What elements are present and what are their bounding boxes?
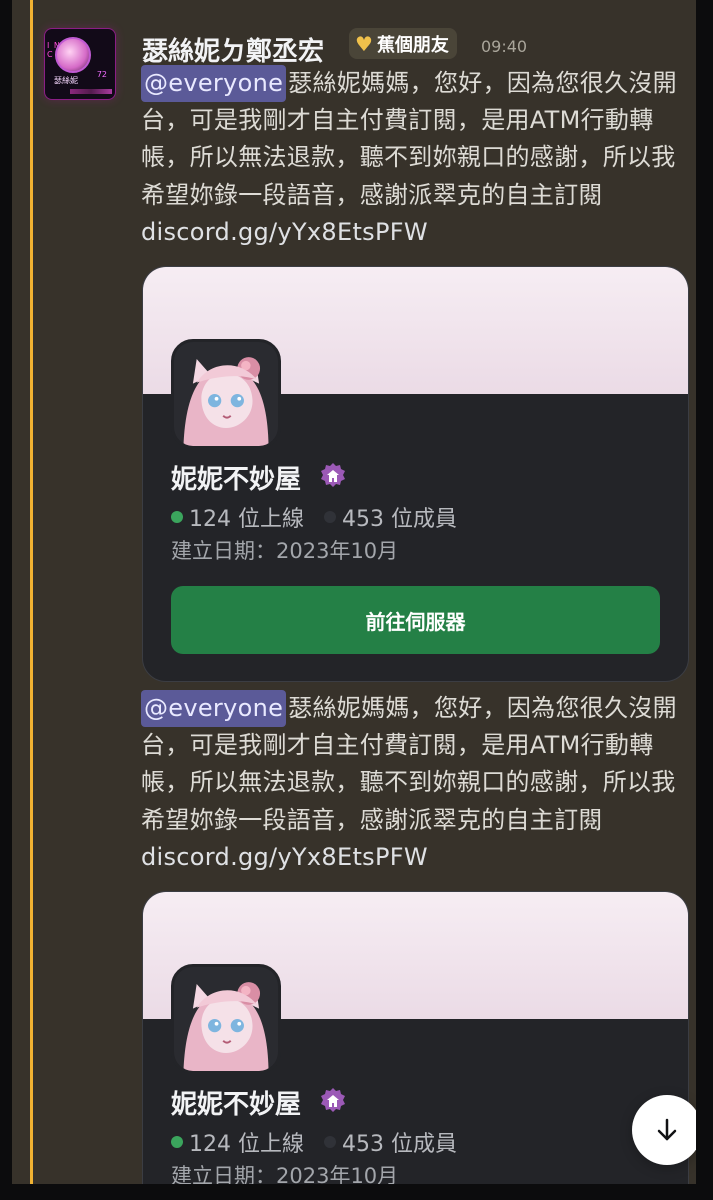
avatar-label: 瑟絲妮 xyxy=(54,76,78,85)
online-count: 124 位上線 xyxy=(189,507,304,532)
members-status-icon xyxy=(324,511,336,523)
message-highlight-bar xyxy=(30,0,33,1200)
avatar-icon xyxy=(55,37,91,73)
online-count: 124 位上線 xyxy=(189,1132,304,1157)
anime-avatar-icon xyxy=(174,342,278,446)
server-invite-card-repeat[interactable]: 妮妮不妙屋 124 位上線 453 位成員 建立日期：2023年10月 xyxy=(142,891,689,1200)
role-tag[interactable]: ♥ 蕉個朋友 xyxy=(349,28,457,59)
member-count: 453 位成員 xyxy=(342,507,457,532)
heart-icon: ♥ xyxy=(355,31,373,56)
scroll-down-button[interactable] xyxy=(632,1095,696,1165)
role-tag-label: 蕉個朋友 xyxy=(376,34,449,56)
go-to-server-button[interactable]: 前往伺服器 xyxy=(171,586,660,654)
message-text: @everyone 瑟絲妮媽媽，您好，因為您很久沒開台，可是我剛才自主付費訂閱，是… xyxy=(141,65,681,251)
arrow-down-icon xyxy=(657,1118,677,1141)
invite-link[interactable]: discord.gg/yYx8EtsPFW xyxy=(141,843,428,871)
server-name: 妮妮不妙屋 xyxy=(171,465,302,495)
verified-badge-icon xyxy=(321,1088,345,1112)
mention-everyone[interactable]: @everyone xyxy=(141,690,287,728)
created-date: 建立日期：2023年10月 xyxy=(171,539,399,563)
member-count: 453 位成員 xyxy=(342,1132,457,1157)
avatar-glitch-decoration xyxy=(70,89,112,94)
online-status-icon xyxy=(171,511,183,523)
message-text-repeat: @everyone 瑟絲妮媽媽，您好，因為您很久沒開台，可是我剛才自主付費訂閱，是… xyxy=(141,690,681,876)
server-name: 妮妮不妙屋 xyxy=(171,1090,302,1120)
server-avatar xyxy=(171,339,281,449)
members-status-icon xyxy=(324,1136,336,1148)
author-name[interactable]: 瑟絲妮ㄉ鄭丞宏 xyxy=(142,31,324,68)
mention-everyone[interactable]: @everyone xyxy=(141,65,287,103)
message-time: 09:40 xyxy=(481,37,528,56)
avatar[interactable]: I NC N 瑟絲妮 72 xyxy=(44,28,116,100)
anime-avatar-icon xyxy=(174,967,278,1071)
server-stats: 124 位上線 453 位成員 xyxy=(171,501,457,533)
discord-message-screen: I NC N 瑟絲妮 72 瑟絲妮ㄉ鄭丞宏 ♥ 蕉個朋友 09:40 @ever… xyxy=(12,0,696,1200)
bottom-bar xyxy=(12,1184,696,1200)
avatar-badge: 72 xyxy=(96,70,107,79)
server-avatar xyxy=(171,964,281,1074)
server-stats: 124 位上線 453 位成員 xyxy=(171,1126,457,1158)
online-status-icon xyxy=(171,1136,183,1148)
server-invite-card[interactable]: 妮妮不妙屋 124 位上線 453 位成員 建立日期：2023年10月 前往伺服… xyxy=(142,266,689,682)
verified-badge-icon xyxy=(321,463,345,487)
invite-link[interactable]: discord.gg/yYx8EtsPFW xyxy=(141,218,428,246)
